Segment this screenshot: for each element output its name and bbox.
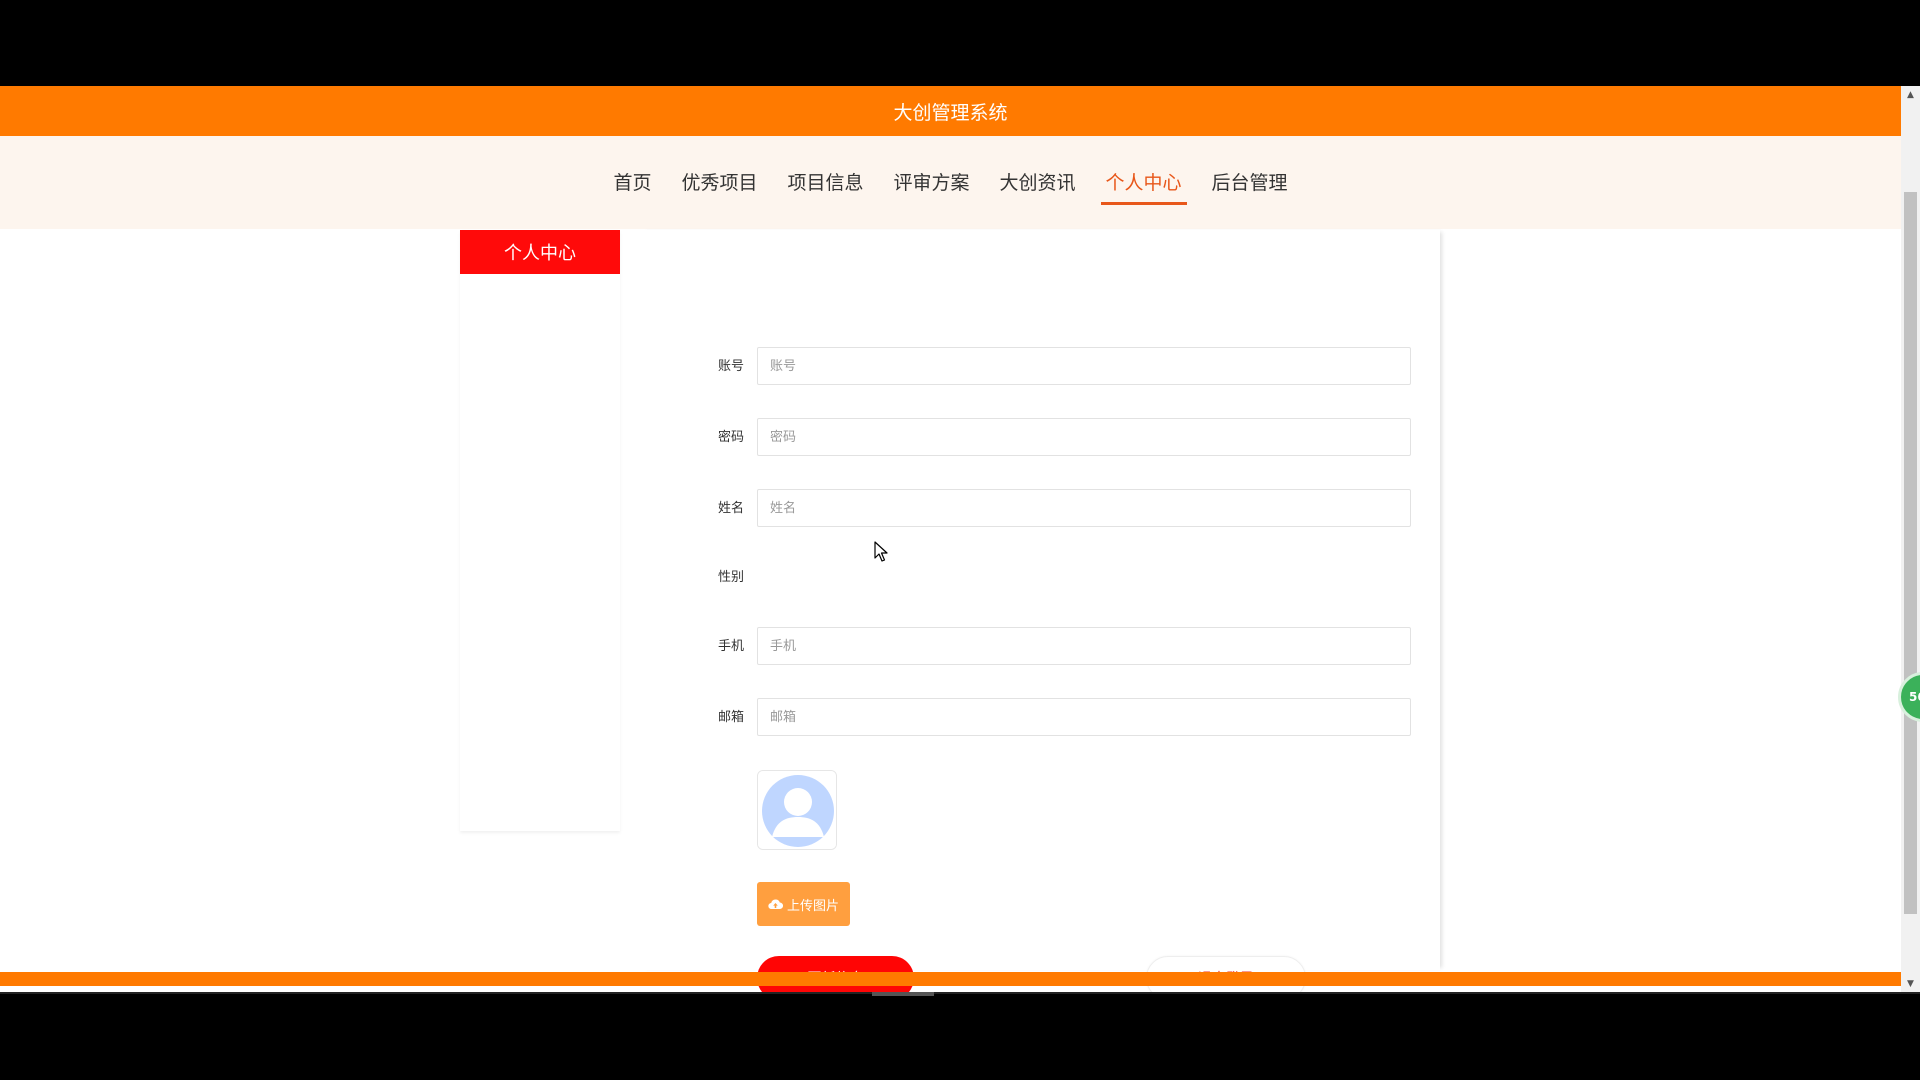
horizontal-scroll-thumb[interactable]: [872, 992, 934, 996]
form-row-password: 密码: [640, 418, 1440, 458]
footer-band: [0, 972, 1901, 986]
site-title-bar: 大创管理系统: [0, 86, 1901, 136]
phone-label: 手机: [717, 639, 744, 654]
account-label: 账号: [717, 359, 744, 374]
profile-form: 账号 密码 姓名 性别 手机 邮箱: [640, 230, 1440, 992]
user-avatar-icon: [758, 771, 836, 849]
main-nav: 首页 优秀项目 项目信息 评审方案 大创资讯 个人中心 后台管理: [0, 136, 1901, 229]
nav-item-project-info[interactable]: 项目信息: [772, 163, 878, 203]
sidebar-header[interactable]: 个人中心: [460, 230, 620, 274]
form-row-account: 账号: [640, 347, 1440, 387]
cloud-upload-icon: [768, 899, 783, 910]
nav-item-news[interactable]: 大创资讯: [985, 163, 1091, 203]
password-label: 密码: [717, 430, 744, 445]
scroll-up-arrow-icon[interactable]: ▲: [1901, 86, 1920, 103]
form-row-gender: 性别: [640, 558, 1440, 598]
password-input[interactable]: [757, 418, 1411, 456]
gender-label: 性别: [717, 570, 744, 585]
sidebar: 个人中心: [460, 230, 620, 831]
browser-viewport: 大创管理系统 首页 优秀项目 项目信息 评审方案 大创资讯 个人中心 后台管理 …: [0, 86, 1920, 992]
avatar[interactable]: [757, 770, 837, 850]
scroll-thumb[interactable]: [1904, 192, 1917, 914]
mouse-pointer-icon: [874, 541, 888, 562]
email-input[interactable]: [757, 698, 1411, 736]
nav-item-home[interactable]: 首页: [598, 163, 666, 203]
upload-image-button[interactable]: 上传图片: [757, 882, 850, 926]
name-input[interactable]: [757, 489, 1411, 527]
form-row-email: 邮箱: [640, 698, 1440, 738]
account-input[interactable]: [757, 347, 1411, 385]
scroll-down-arrow-icon[interactable]: ▼: [1901, 975, 1920, 992]
floating-badge-text: 56: [1909, 690, 1920, 704]
email-label: 邮箱: [717, 710, 744, 725]
nav-item-admin[interactable]: 后台管理: [1197, 163, 1303, 203]
name-label: 姓名: [717, 501, 744, 516]
phone-input[interactable]: [757, 627, 1411, 665]
form-row-name: 姓名: [640, 489, 1440, 529]
bottom-strip: [0, 992, 1920, 994]
nav-item-excellent-projects[interactable]: 优秀项目: [666, 163, 772, 203]
nav-item-personal-center[interactable]: 个人中心: [1091, 163, 1197, 205]
vertical-scrollbar[interactable]: ▲ ▼: [1901, 86, 1920, 992]
nav-item-review-plan[interactable]: 评审方案: [878, 163, 984, 203]
upload-button-label: 上传图片: [786, 898, 839, 914]
form-row-phone: 手机: [640, 627, 1440, 667]
site-title: 大创管理系统: [893, 101, 1008, 124]
